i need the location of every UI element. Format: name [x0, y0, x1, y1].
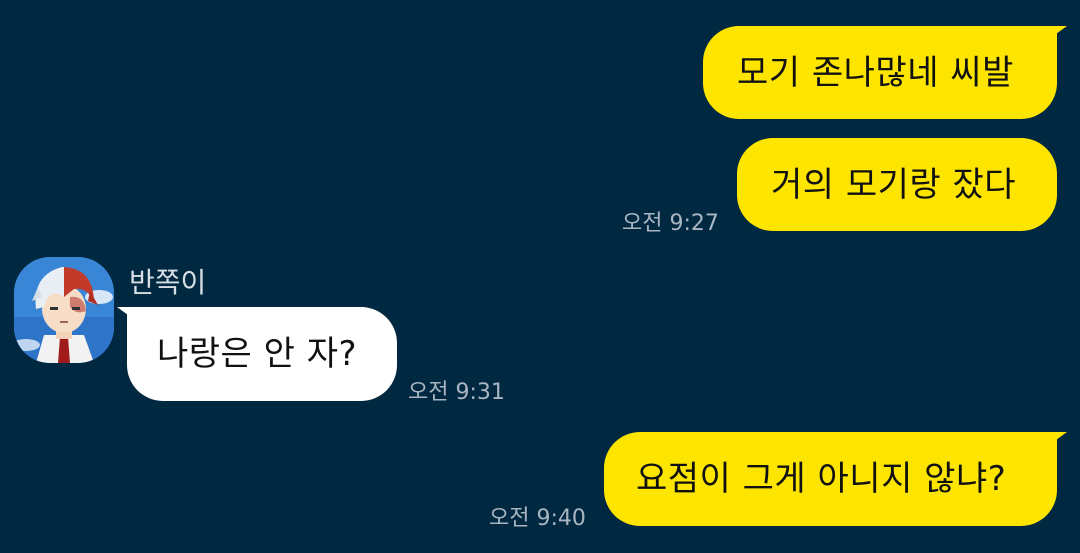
sender-avatar[interactable] [14, 257, 114, 363]
message-bubble-incoming[interactable]: 나랑은 안 자? [117, 307, 397, 401]
message-text: 요점이 그게 아니지 않냐? [636, 459, 1007, 499]
bubble-tail [1045, 26, 1067, 42]
sender-name: 반쪽이 [129, 266, 207, 299]
message-bubble-outgoing[interactable]: 요점이 그게 아니지 않냐? [604, 432, 1067, 526]
message-bubble-outgoing[interactable]: 모기 존나많네 씨발 [703, 26, 1067, 119]
message-bubble-outgoing[interactable]: 거의 모기랑 잤다 [737, 138, 1057, 231]
bubble-tail [117, 307, 139, 323]
bubble-tail [1045, 432, 1067, 448]
message-text: 모기 존나많네 씨발 [737, 52, 1014, 93]
message-timestamp: 오전 9:27 [622, 211, 719, 236]
message-timestamp: 오전 9:40 [489, 506, 586, 531]
message-text: 나랑은 안 자? [157, 334, 358, 374]
message-timestamp: 오전 9:31 [408, 380, 505, 405]
message-text: 거의 모기랑 잤다 [771, 164, 1017, 205]
avatar-icon [14, 257, 114, 363]
chat-view: 모기 존나많네 씨발 거의 모기랑 잤다 오전 9:27 반쪽이 나랑은 안 자… [0, 0, 1080, 553]
